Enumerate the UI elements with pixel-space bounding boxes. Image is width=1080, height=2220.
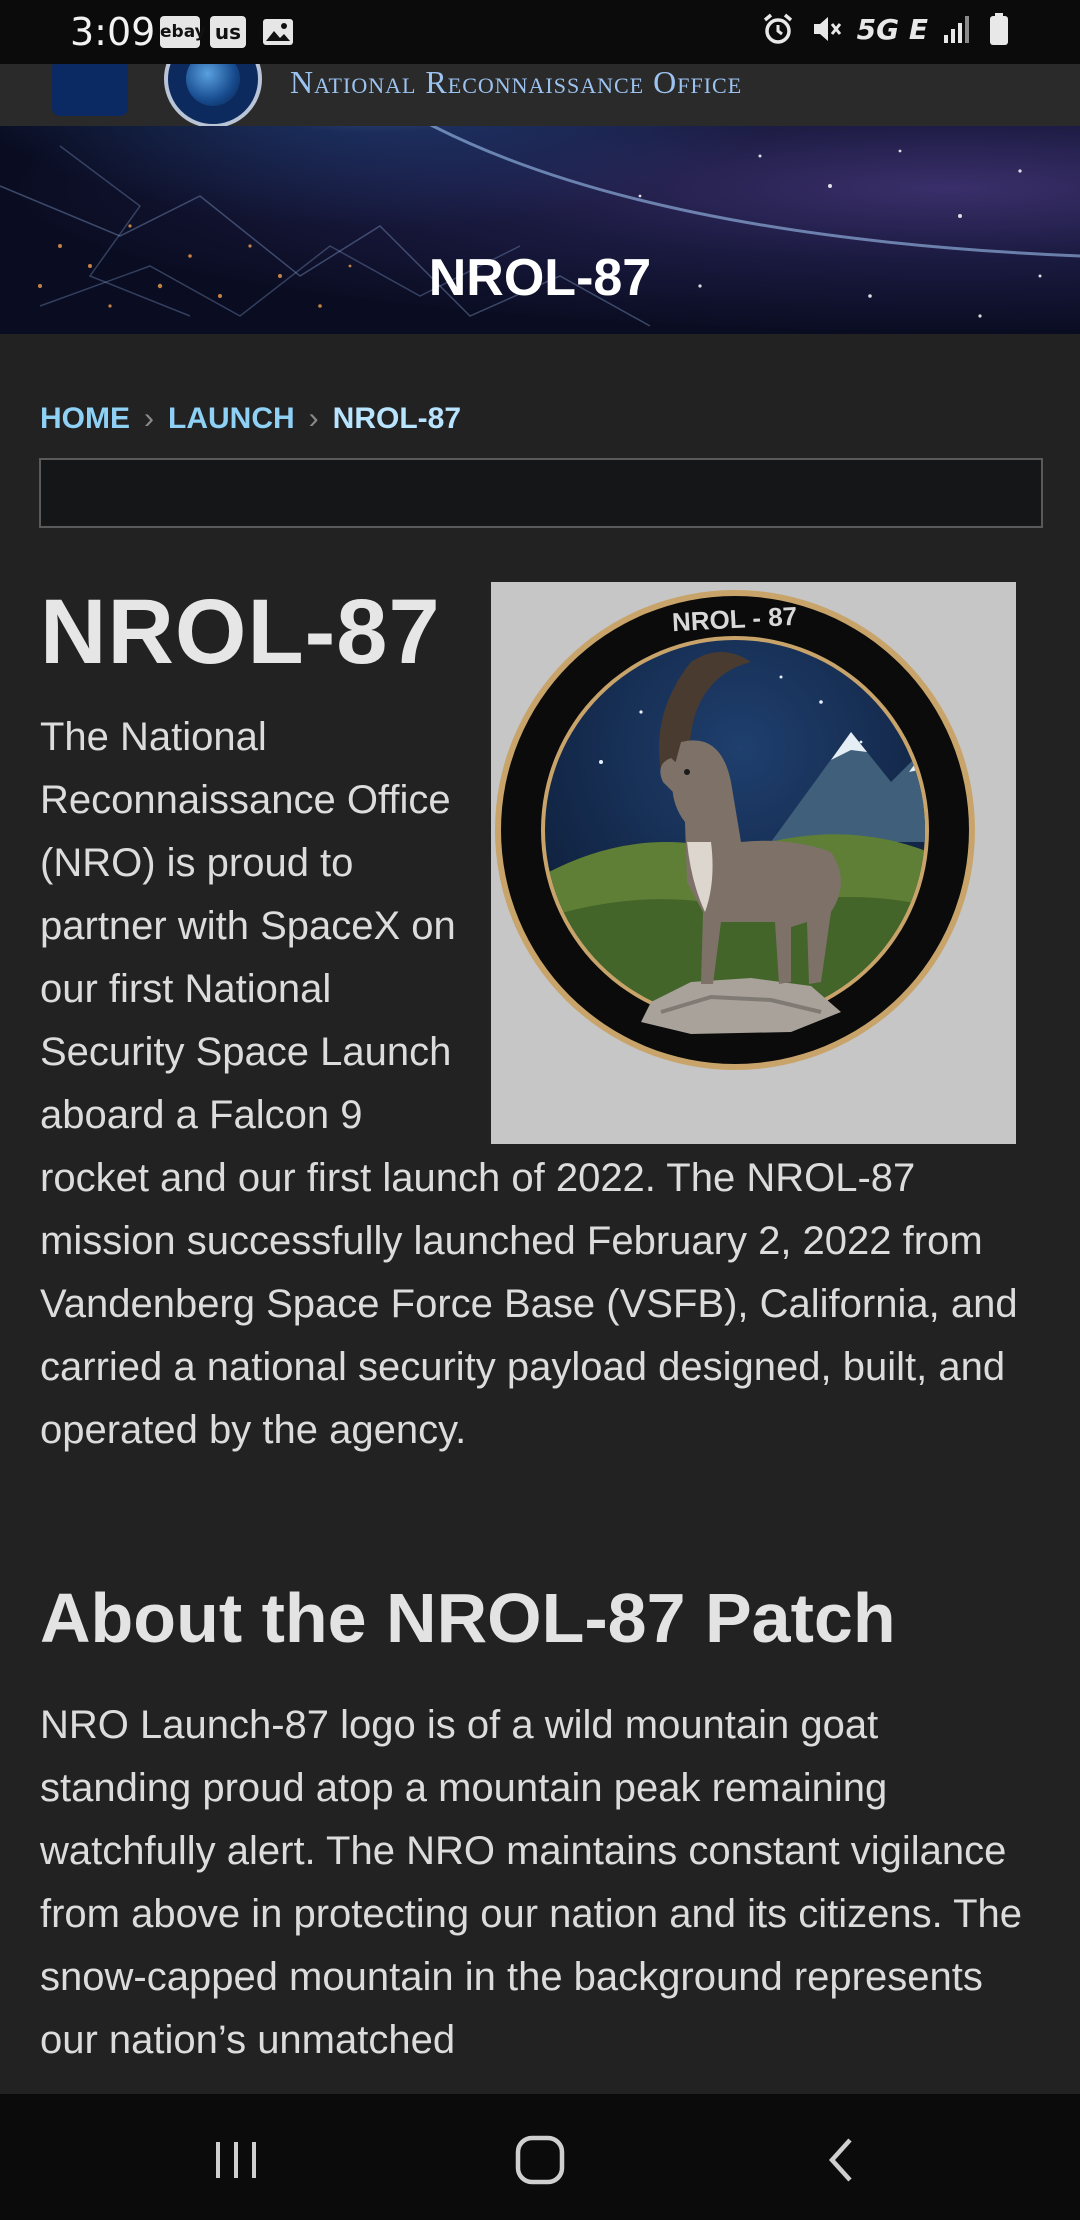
signal-icon: [942, 13, 974, 45]
chevron-right-icon: ›: [308, 402, 319, 435]
patch-section-heading: About the NROL-87 Patch: [40, 1579, 896, 1657]
site-header: National Reconnaissance Office: [0, 64, 1080, 126]
intro-text-container: The National Reconnaissance Office (NRO)…: [40, 706, 1040, 1462]
search-input[interactable]: [39, 458, 1043, 528]
ebay-notification-icon: ebay: [160, 16, 206, 48]
alarm-icon: [761, 12, 795, 46]
patch-paragraph: NRO Launch-87 logo is of a wild mountain…: [40, 1703, 1023, 2062]
recent-apps-button[interactable]: [206, 2132, 266, 2188]
home-button[interactable]: [510, 2132, 570, 2188]
breadcrumb-launch-link[interactable]: LAUNCH: [168, 402, 295, 436]
breadcrumb-home-link[interactable]: HOME: [40, 402, 130, 436]
battery-icon: [988, 12, 1010, 46]
hero-title: NROL-87: [428, 249, 652, 307]
gallery-notification-icon: [262, 16, 294, 53]
menu-button[interactable]: [52, 64, 128, 116]
status-bar: 3:09 ebay us 5G E: [0, 0, 1080, 64]
back-button[interactable]: [812, 2132, 872, 2188]
mute-icon: [809, 12, 843, 46]
nro-seal-logo[interactable]: [164, 64, 262, 126]
image-float-spacer: [480, 706, 1040, 1126]
status-time: 3:09: [70, 10, 156, 54]
breadcrumb: HOME › LAUNCH › NROL-87: [40, 402, 461, 436]
hero-banner: NROL-87: [0, 126, 1080, 334]
site-title[interactable]: National Reconnaissance Office: [290, 64, 742, 101]
status-icons: 5G E: [761, 12, 1010, 46]
usps-notification-icon: us: [210, 16, 246, 48]
system-nav-bar: [0, 2094, 1080, 2220]
network-type-label: 5G E: [856, 12, 928, 46]
article-title: NROL-87: [40, 581, 441, 683]
breadcrumb-current[interactable]: NROL-87: [333, 402, 461, 436]
chevron-right-icon: ›: [144, 402, 154, 435]
